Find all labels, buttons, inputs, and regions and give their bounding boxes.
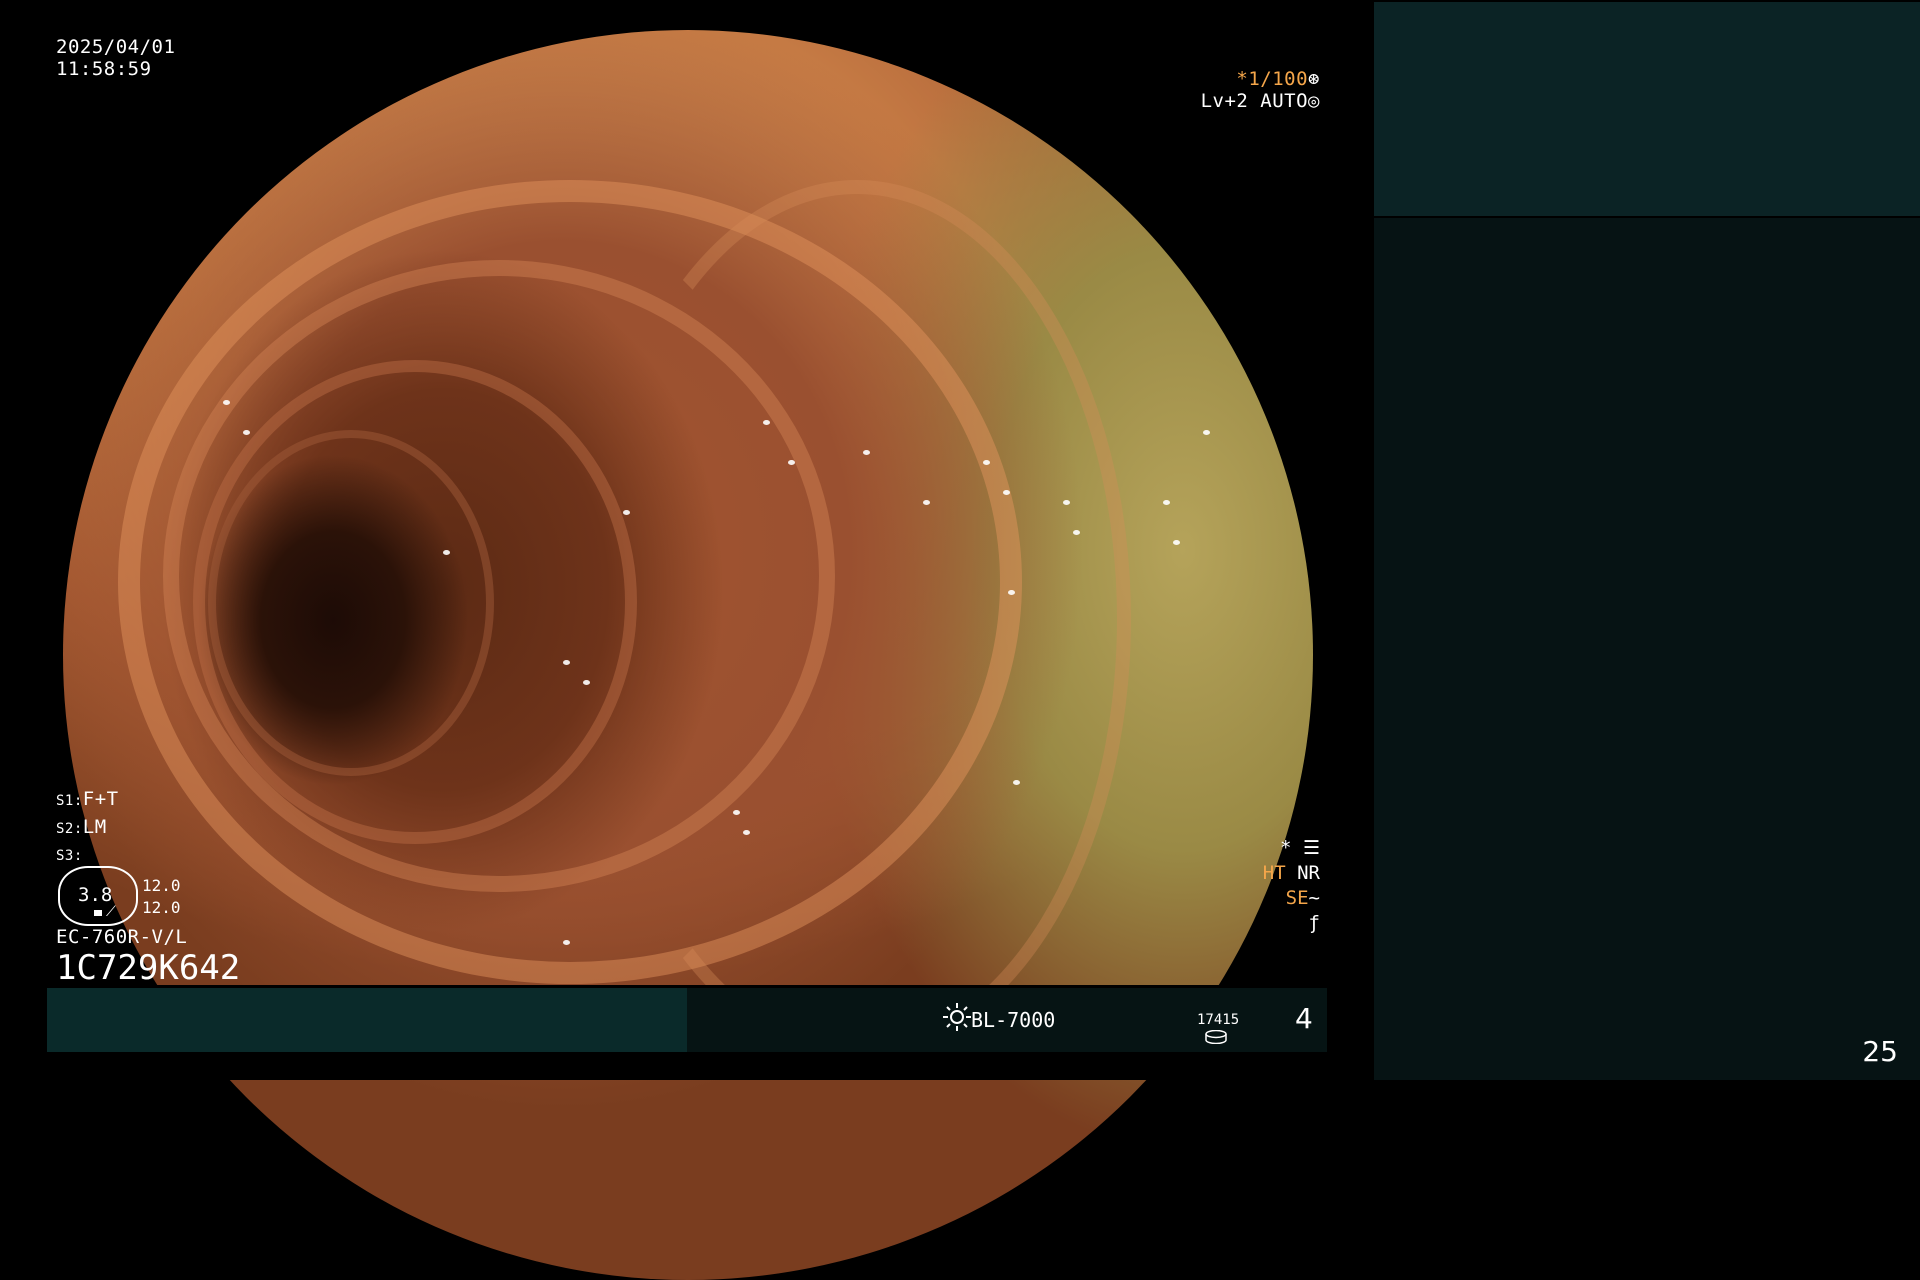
s1-value: F+T bbox=[82, 788, 119, 810]
s2-value: LM bbox=[82, 816, 107, 838]
time-text: 11:58:59 bbox=[56, 58, 152, 80]
sun-icon bbox=[943, 1003, 971, 1031]
light-level-text: Lv+2 bbox=[1200, 90, 1249, 112]
side-panel-bottom bbox=[1374, 218, 1920, 1080]
date-text: 2025/04/01 bbox=[56, 36, 176, 58]
specular-highlight bbox=[583, 680, 590, 685]
specular-highlight bbox=[1163, 500, 1170, 505]
disk-icon bbox=[1205, 1030, 1227, 1044]
scope-model: EC-760R-V/L bbox=[56, 926, 188, 948]
shutter-speed-text: *1/100 bbox=[1236, 68, 1309, 90]
specular-highlight bbox=[788, 460, 795, 465]
specular-highlight bbox=[623, 510, 630, 515]
light-source-label: BL-7000 bbox=[971, 1008, 1056, 1032]
specular-highlight bbox=[1073, 530, 1080, 535]
specular-highlight bbox=[1013, 780, 1020, 785]
specular-highlight bbox=[1008, 590, 1015, 595]
side-panel-top bbox=[1374, 2, 1920, 216]
endoscopic-image bbox=[63, 30, 1313, 1280]
ht-indicator: HT bbox=[1262, 862, 1286, 884]
specular-highlight bbox=[223, 400, 230, 405]
s1-label: S1: bbox=[56, 793, 83, 809]
status-bar: BL-7000 17415 4 bbox=[47, 988, 1327, 1052]
specular-highlight bbox=[983, 460, 990, 465]
datetime-overlay: 2025/04/01 11:58:59 bbox=[56, 36, 175, 80]
s2-label: S2: bbox=[56, 821, 83, 837]
s3-label: S3: bbox=[56, 848, 83, 864]
mucosal-fold bbox=[208, 430, 494, 776]
gauge-tick bbox=[94, 910, 102, 916]
specular-highlight bbox=[743, 830, 750, 835]
scope-serial: 1C729K642 bbox=[56, 948, 241, 988]
record-counter: 17415 bbox=[1197, 1012, 1240, 1028]
specular-highlight bbox=[733, 810, 740, 815]
slash-f-icon: ƒ bbox=[1308, 912, 1320, 934]
specular-highlight bbox=[1173, 540, 1180, 545]
specular-highlight bbox=[563, 940, 570, 945]
specular-highlight bbox=[563, 660, 570, 665]
nr-indicator: NR bbox=[1297, 862, 1320, 884]
specular-highlight bbox=[863, 450, 870, 455]
specular-highlight bbox=[1063, 500, 1070, 505]
specular-highlight bbox=[243, 430, 250, 435]
exposure-overlay: *1/100⊛ Lv+2 AUTO◎ bbox=[1150, 68, 1320, 112]
status-bar-teal-segment bbox=[47, 988, 687, 1052]
mucosal-fold bbox=[583, 180, 1131, 1058]
side-panel: 25 bbox=[1372, 0, 1920, 1080]
gauge-lower-value: 12.0 bbox=[142, 898, 181, 917]
specular-highlight bbox=[343, 50, 350, 55]
gauge-pointer-icon: ⟋ bbox=[106, 904, 116, 920]
insertion-gauge: 3.8 ⟋ 12.0 12.0 bbox=[56, 866, 206, 926]
aperture-icon: ⊛ bbox=[1308, 68, 1320, 90]
specular-highlight bbox=[763, 420, 770, 425]
curve-icon: ~ bbox=[1308, 887, 1320, 909]
specular-highlight bbox=[923, 500, 930, 505]
specular-highlight bbox=[223, 125, 230, 130]
iris-mode-text: AUTO bbox=[1260, 90, 1309, 112]
specular-highlight bbox=[443, 550, 450, 555]
specular-highlight bbox=[1203, 430, 1210, 435]
se-indicator: SE bbox=[1285, 887, 1309, 909]
settings-list-icon: ☰ bbox=[1302, 837, 1320, 859]
page-number: 25 bbox=[1862, 1035, 1898, 1068]
iris-icon: ◎ bbox=[1308, 90, 1320, 112]
switch-settings: S1:F+T S2:LM S3: bbox=[56, 786, 119, 869]
image-indicators: * ☰ HT NR SE~ ƒ bbox=[1180, 836, 1320, 936]
gauge-value: 3.8 bbox=[78, 884, 113, 906]
frame-mask-top bbox=[0, 0, 1372, 30]
frame-index: 4 bbox=[1295, 1002, 1313, 1035]
gauge-upper-value: 12.0 bbox=[142, 876, 181, 895]
star-indicator: * bbox=[1280, 837, 1292, 859]
endoscope-monitor: 2025/04/01 11:58:59 *1/100⊛ Lv+2 AUTO◎ S… bbox=[0, 0, 1372, 1280]
specular-highlight bbox=[1003, 490, 1010, 495]
